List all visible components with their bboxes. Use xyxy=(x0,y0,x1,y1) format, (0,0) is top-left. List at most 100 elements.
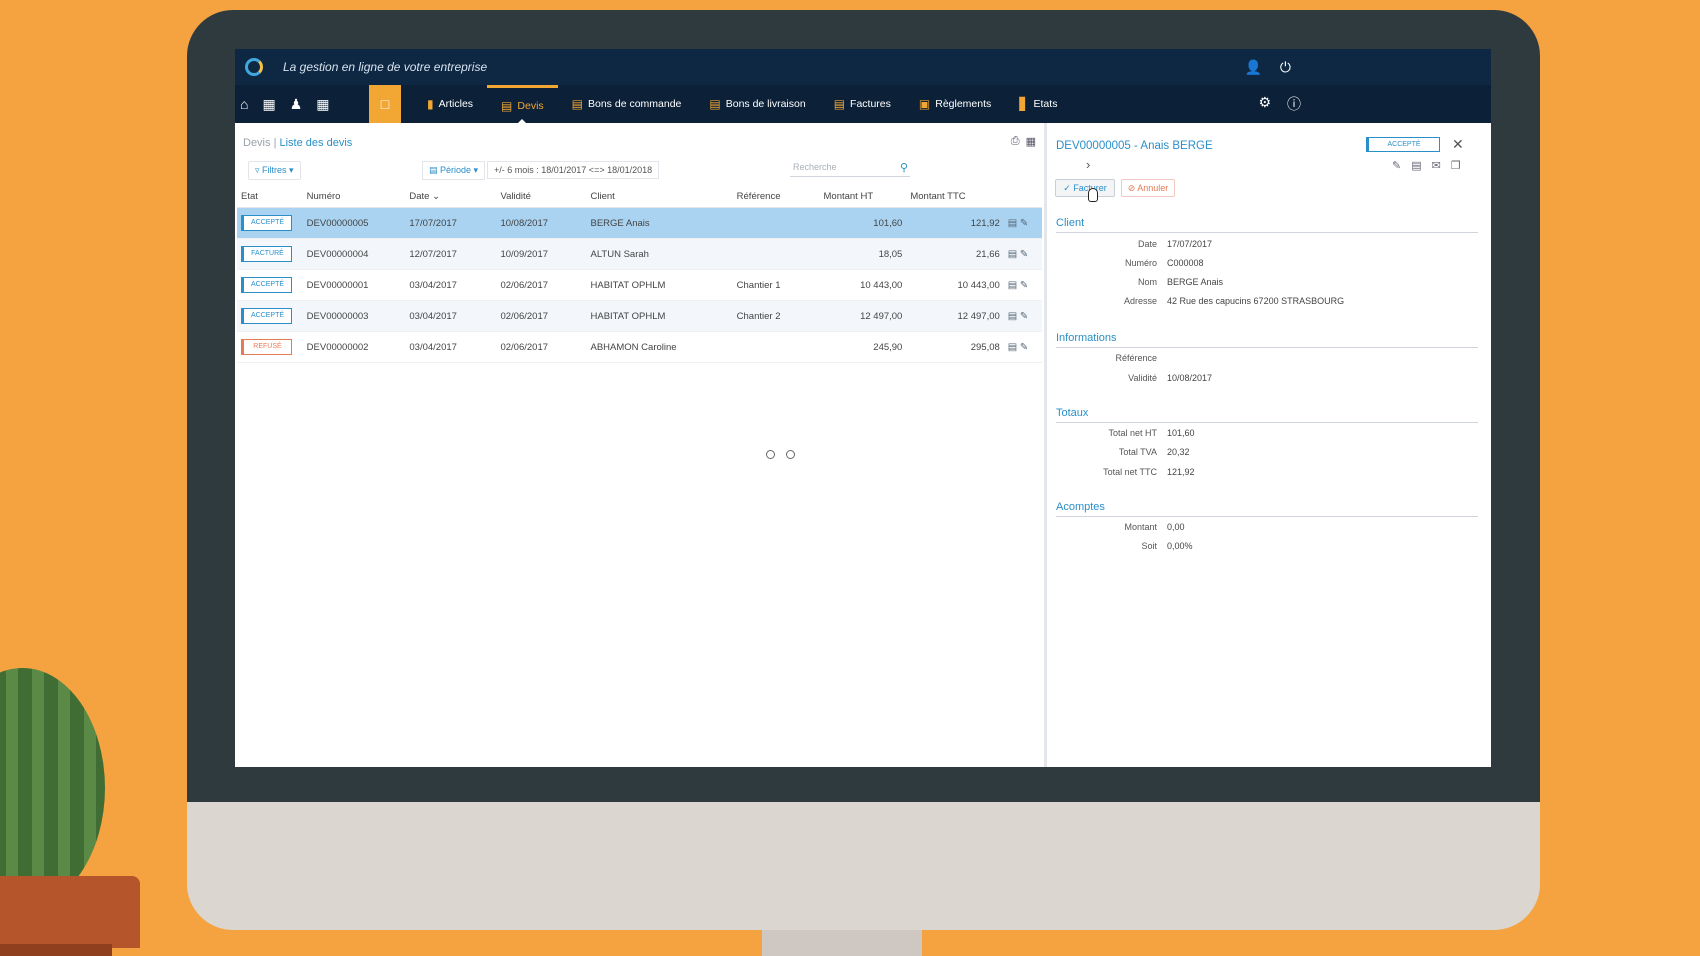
funnel-icon: ▿ xyxy=(255,165,263,175)
col-montant-ht[interactable]: Montant HT xyxy=(819,187,907,208)
user-icon[interactable]: 👤 xyxy=(1244,59,1261,76)
breadcrumb: Devis | Liste des devis xyxy=(243,137,352,149)
numero-cell: DEV00000001 xyxy=(302,269,406,301)
col-etat[interactable]: Etat xyxy=(237,187,303,208)
col-reference[interactable]: Référence xyxy=(732,187,820,208)
chevron-right-icon[interactable]: › xyxy=(1086,157,1090,172)
pdf-icon[interactable]: ▤ xyxy=(1008,311,1017,322)
client-cell: ABHAMON Caroline xyxy=(586,331,733,363)
total-ht-row: Total net HT 101,60 xyxy=(1108,428,1195,438)
app-tagline: La gestion en ligne de votre entreprise xyxy=(283,60,488,74)
grid-icon[interactable]: ▦ xyxy=(316,96,329,113)
reference-cell: Chantier 1 xyxy=(732,269,820,301)
col-numero[interactable]: Numéro xyxy=(302,187,406,208)
quotes-list-panel: Devis | Liste des devis ⎙ ▦ ▿ Filtres ▾ … xyxy=(235,123,1047,767)
status-badge: REFUSÉ xyxy=(241,339,292,355)
status-badge: ACCEPTÉ xyxy=(241,308,292,324)
tab-reglements[interactable]: ▣ Règlements xyxy=(905,85,1005,123)
reference-cell xyxy=(732,238,820,270)
date-cell: 03/04/2017 xyxy=(405,300,497,332)
help-icon[interactable]: ⓘ xyxy=(1287,94,1301,114)
users-icon[interactable]: ♟ xyxy=(290,96,303,113)
pdf-icon[interactable]: ▤ xyxy=(1411,159,1421,172)
numero-cell: DEV00000004 xyxy=(302,238,406,270)
ht-cell: 18,05 xyxy=(819,238,907,270)
section-informations: Informations xyxy=(1056,332,1478,348)
search-input[interactable]: Recherche ⚲ xyxy=(790,159,910,177)
filters-button[interactable]: ▿ Filtres ▾ xyxy=(248,161,301,180)
tab-factures[interactable]: ▤ Factures xyxy=(820,85,905,123)
status-badge: ACCEPTÉ xyxy=(241,277,292,293)
building-icon[interactable]: ▦ xyxy=(262,96,275,113)
document-icon: ▤ xyxy=(501,98,513,113)
table-row[interactable]: FACTURÉ DEV00000004 12/07/2017 10/09/201… xyxy=(237,238,1042,270)
client-numero-row: Numéro C000008 xyxy=(1124,258,1204,268)
loading-dot xyxy=(786,450,795,459)
date-range[interactable]: +/- 6 mois : 18/01/2017 <=> 18/01/2018 xyxy=(487,161,660,179)
pdf-icon[interactable]: ▤ xyxy=(1008,342,1017,353)
export-icon[interactable]: ▦ xyxy=(1026,135,1036,148)
col-date[interactable]: Date ⌄ xyxy=(405,187,497,208)
app-logo[interactable] xyxy=(245,58,263,76)
status-cell: ACCEPTÉ xyxy=(237,269,303,301)
section-client: Client xyxy=(1056,217,1478,233)
copy-icon[interactable]: ❐ xyxy=(1451,159,1461,172)
calendar-icon: ▤ xyxy=(429,165,441,175)
pdf-icon[interactable]: ▤ xyxy=(1008,280,1017,291)
numero-cell: DEV00000005 xyxy=(302,207,406,239)
card-icon: ▣ xyxy=(918,97,931,111)
bar-chart-icon: ▋ xyxy=(1019,97,1029,111)
table-row[interactable]: ACCEPTÉ DEV00000003 03/04/2017 02/06/201… xyxy=(237,300,1042,332)
acompte-montant-row: Montant 0,00 xyxy=(1124,522,1185,532)
book-icon: ▮ xyxy=(427,97,434,111)
tab-bons-de-livraison[interactable]: ▤ Bons de livraison xyxy=(695,85,819,123)
date-cell: 03/04/2017 xyxy=(405,269,497,301)
client-cell: ALTUN Sarah xyxy=(586,238,733,270)
plant-pot xyxy=(0,876,140,948)
search-icon[interactable]: ⚲ xyxy=(900,161,908,174)
pdf-icon[interactable]: ▤ xyxy=(1008,218,1017,229)
pencil-icon[interactable]: ✎ xyxy=(1392,159,1401,172)
ht-cell: 10 443,00 xyxy=(819,269,907,301)
table-row[interactable]: ACCEPTÉ DEV00000005 17/07/2017 10/08/201… xyxy=(237,207,1042,239)
table-row[interactable]: REFUSÉ DEV00000002 03/04/2017 02/06/2017… xyxy=(237,331,1042,363)
loading-indicator xyxy=(766,450,795,459)
status-cell: REFUSÉ xyxy=(237,331,303,363)
pencil-icon[interactable]: ✎ xyxy=(1020,280,1028,291)
ht-cell: 12 497,00 xyxy=(819,300,907,332)
validite-cell: 10/08/2017 xyxy=(496,207,587,239)
client-cell: BERGE Anais xyxy=(586,207,733,239)
col-validite[interactable]: Validité xyxy=(496,187,587,208)
client-date-row: Date 17/07/2017 xyxy=(1137,239,1213,249)
tab-articles[interactable]: ▮ Articles xyxy=(413,85,487,123)
pencil-icon[interactable]: ✎ xyxy=(1020,218,1028,229)
tab-bons-de-commande[interactable]: ▤ Bons de commande xyxy=(558,85,696,123)
tab-devis[interactable]: ▤ Devis xyxy=(487,85,558,124)
monitor-chin xyxy=(187,802,1540,930)
period-dropdown[interactable]: ▤ Période ▾ xyxy=(422,161,486,180)
pencil-icon[interactable]: ✎ xyxy=(1020,249,1028,260)
print-icon[interactable]: ⎙ xyxy=(1011,135,1020,148)
ttc-cell: 121,92 xyxy=(906,207,1004,239)
pdf-icon[interactable]: ▤ xyxy=(1008,249,1017,260)
power-icon[interactable]: ⏻ xyxy=(1280,59,1291,76)
table-row[interactable]: ACCEPTÉ DEV00000001 03/04/2017 02/06/201… xyxy=(237,269,1042,301)
tab-etats[interactable]: ▋ Etats xyxy=(1005,85,1071,123)
col-client[interactable]: Client xyxy=(586,187,733,208)
documents-icon[interactable]: □ xyxy=(369,85,401,123)
pencil-icon[interactable]: ✎ xyxy=(1020,311,1028,322)
annuler-button[interactable]: ⊘ Annuler xyxy=(1121,179,1175,197)
pencil-icon[interactable]: ✎ xyxy=(1020,342,1028,353)
actions-cell: ▤ ✎ xyxy=(1003,238,1042,270)
home-icon[interactable]: ⌂ xyxy=(240,96,248,113)
gear-icon[interactable]: ⚙ xyxy=(1258,94,1271,114)
breadcrumb-root[interactable]: Devis xyxy=(243,137,271,149)
close-icon[interactable]: ✕ xyxy=(1452,136,1464,153)
col-montant-ttc[interactable]: Montant TTC xyxy=(906,187,1004,208)
nav-right-icons: ⚙ ⓘ xyxy=(1258,94,1301,114)
date-cell: 17/07/2017 xyxy=(405,207,497,239)
email-icon[interactable]: ✉ xyxy=(1432,159,1441,172)
facturer-button[interactable]: ✓ Facturer xyxy=(1055,179,1115,197)
document-icon: ▤ xyxy=(571,97,583,111)
validite-cell: 10/09/2017 xyxy=(496,238,587,270)
